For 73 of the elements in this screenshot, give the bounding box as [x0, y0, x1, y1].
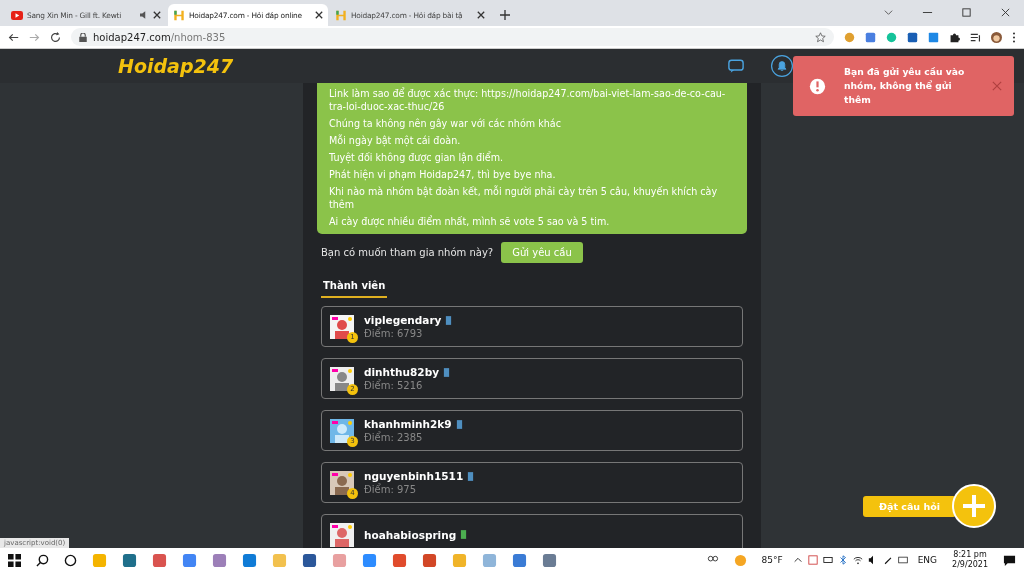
close-icon[interactable]	[1000, 7, 1011, 18]
join-question: Bạn có muốn tham gia nhóm này?	[321, 247, 494, 258]
clock-time[interactable]: 8:21 pm	[953, 550, 987, 560]
puzzle-icon[interactable]	[949, 31, 960, 43]
sun-icon	[733, 553, 747, 567]
bell-icon[interactable]	[770, 54, 794, 78]
letter-h-icon	[335, 9, 347, 21]
windows-icon[interactable]	[8, 553, 21, 567]
app-icon[interactable]	[242, 552, 257, 568]
app-icon[interactable]	[512, 552, 527, 568]
video-play-icon	[11, 9, 23, 21]
app-icon[interactable]	[302, 552, 317, 568]
chat-icon[interactable]	[728, 58, 744, 74]
close-icon[interactable]	[153, 11, 161, 19]
member-name[interactable]: khanhminh2k9	[364, 418, 452, 430]
reading-list-icon[interactable]	[970, 31, 981, 43]
rule-text: Khi nào mà nhóm bật đoàn kết, mỗi người phải cày trên 5 câu, khuyến khích cày thêm	[329, 184, 719, 212]
app-icon[interactable]	[122, 552, 137, 568]
pen-icon[interactable]	[882, 555, 893, 565]
close-icon[interactable]	[315, 11, 323, 19]
extension-icon[interactable]	[865, 31, 876, 43]
letter-h-icon	[173, 9, 185, 21]
chevron-up-icon[interactable]	[792, 555, 803, 565]
rule-text: Link làm sao để được xác thực: https://hoidap247.com/bai-viet-lam-sao-de-co-cau-tra-loi-duoc-xac-thuc/26	[329, 86, 727, 114]
lock-icon	[79, 32, 87, 42]
app-icon[interactable]	[182, 552, 197, 568]
maximize-icon[interactable]	[961, 7, 972, 18]
app-icon[interactable]	[362, 552, 377, 568]
keyboard-icon[interactable]	[897, 555, 908, 565]
members-tab[interactable]: Thành viên	[321, 277, 388, 298]
search-icon[interactable]	[36, 553, 49, 567]
rule-text: Ai cày được nhiều điểm nhất, mình sẽ vote 5 sao và 5 tim.	[329, 214, 611, 229]
app-icon[interactable]	[152, 552, 167, 568]
new-tab-icon[interactable]	[500, 10, 510, 20]
app-icon[interactable]	[392, 552, 407, 568]
weather-text[interactable]: 85°F	[761, 555, 783, 565]
rule-text: Chúng ta không nên gây war với các nhóm khác	[329, 117, 562, 131]
reload-icon[interactable]	[50, 31, 61, 43]
member-name[interactable]: dinhthu82by	[364, 366, 439, 378]
extension-icon[interactable]	[928, 31, 939, 43]
member-name[interactable]: viplegendary	[364, 314, 442, 326]
app-icon[interactable]	[212, 552, 227, 568]
more-icon[interactable]	[1012, 31, 1016, 43]
tray-icon[interactable]	[807, 555, 818, 565]
notification-icon[interactable]	[1003, 553, 1016, 567]
member-points: Điểm: 6793	[364, 328, 423, 339]
clock-date[interactable]: 2/9/2021	[952, 560, 988, 570]
avatar-icon[interactable]	[991, 31, 1002, 43]
member-points: Điểm: 975	[364, 484, 417, 495]
app-icon[interactable]	[542, 552, 557, 568]
logo[interactable]: Hoidap247	[118, 55, 714, 77]
member-name[interactable]: nguyenbinh1511	[364, 470, 464, 482]
exclamation-icon	[809, 77, 826, 95]
bluetooth-icon[interactable]	[837, 555, 848, 565]
task-view-icon[interactable]	[64, 553, 77, 567]
close-icon[interactable]	[477, 11, 485, 19]
chevron-down-icon[interactable]	[883, 7, 894, 18]
plus-icon[interactable]	[952, 484, 996, 528]
address-field[interactable]: hoidap247.com/nhom-835	[71, 28, 834, 46]
star-icon[interactable]	[815, 31, 826, 43]
back-icon[interactable]	[8, 31, 19, 43]
battery-icon[interactable]	[822, 555, 833, 565]
extension-icon[interactable]	[907, 31, 918, 43]
rule-text: Phát hiện vi phạm Hoidap247, thì bye bye nha.	[329, 168, 557, 183]
app-icon[interactable]	[422, 552, 437, 568]
rule-text: Tuyệt đối không được gian lận điểm.	[329, 150, 505, 166]
member-points: Điểm: 5216	[364, 380, 423, 391]
toast-message: Bạn đã gửi yêu cầu vào nhóm, không thể gửi thêm	[844, 65, 966, 107]
member-points: Điểm: 2385	[364, 432, 424, 443]
wifi-icon[interactable]	[852, 555, 863, 565]
rule-text: Mỗi ngày bật một cái đoàn.	[329, 133, 462, 149]
language-indicator[interactable]: ENG	[917, 555, 938, 565]
member-name[interactable]: hoahabiospring	[364, 528, 457, 541]
